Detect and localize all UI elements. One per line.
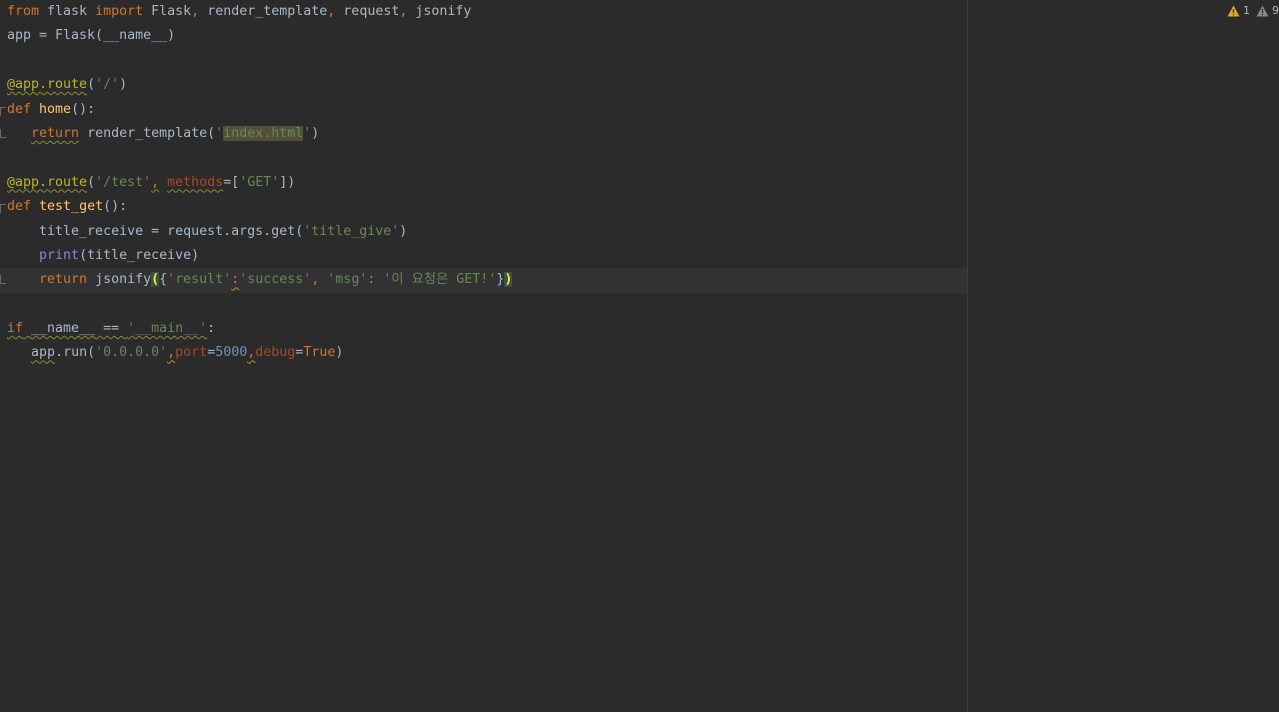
dunder-name: __name__ (31, 321, 96, 337)
matched-paren-close: ) (504, 272, 513, 288)
function-name: home (31, 101, 72, 117)
method-call: .run( (55, 345, 96, 361)
paren: ) (311, 125, 320, 141)
inspection-widget[interactable]: 1 9 (1227, 4, 1279, 17)
code-line-8[interactable]: @app.route('/test', methods=['GET']) (0, 171, 967, 195)
weak-warnings-badge[interactable]: 9 (1256, 4, 1279, 17)
paren: ) (335, 345, 344, 361)
module-name: flask (39, 4, 96, 19)
number-literal: 5000 (215, 345, 248, 361)
paren: ]) (279, 174, 296, 190)
code-text: (title_receive) (79, 247, 200, 263)
code-text: app = Flask(__name__) (7, 28, 176, 44)
string-literal: '/' (95, 77, 120, 93)
import-name: request (335, 4, 400, 19)
keyword: if (7, 321, 24, 337)
dict-key: 'msg' (327, 272, 368, 288)
comma: , (167, 345, 176, 361)
warning-icon (1227, 5, 1240, 17)
keyword-argument: methods (167, 174, 224, 190)
code-line-6[interactable]: return render_template('index.html') (0, 122, 967, 146)
fold-end-marker-icon[interactable] (0, 275, 6, 285)
matched-paren-open: ( (151, 272, 160, 288)
code-line-9[interactable]: def test_get(): (0, 195, 967, 219)
right-margin-guide (967, 0, 968, 712)
code-line-2[interactable]: app = Flask(__name__) (0, 24, 967, 48)
fold-marker-icon[interactable] (0, 204, 6, 214)
code-text: (): (103, 199, 128, 215)
builtin-function: print (39, 247, 80, 263)
import-name: jsonify (407, 4, 472, 19)
code-text: (): (71, 101, 96, 117)
code-line-4[interactable]: @app.route('/') (0, 73, 967, 97)
code-editor[interactable]: 1 9 from flask import Flask, render_temp… (0, 0, 1279, 712)
warnings-badge[interactable]: 1 (1227, 4, 1250, 17)
string-literal: '/test' (95, 174, 152, 190)
import-name: render_template (199, 4, 328, 19)
identifier: app (31, 345, 56, 361)
brace: { (159, 272, 168, 288)
fold-marker-icon[interactable] (0, 106, 6, 116)
paren: ( (87, 174, 96, 190)
keyword: return (39, 272, 88, 288)
string-literal: 'title_give' (303, 223, 400, 239)
dict-value: '이 요청은 GET!' (383, 272, 497, 288)
decorator: @app.route (7, 174, 88, 190)
code-text: =[ (223, 174, 240, 190)
import-name: Flask (143, 4, 192, 19)
paren: ) (119, 77, 128, 93)
code-line-14[interactable]: if __name__ == '__main__': (0, 317, 967, 341)
keyword: from (7, 4, 40, 19)
code-line-5[interactable]: def home(): (0, 98, 967, 122)
code-lines[interactable]: from flask import Flask, render_template… (0, 0, 967, 366)
weak-warnings-count: 9 (1272, 4, 1279, 17)
keyword: def (7, 199, 32, 215)
dict-value: 'success' (239, 272, 312, 288)
function-call: jsonify (87, 272, 152, 288)
keyword-argument: port (175, 345, 208, 361)
code-line-3[interactable] (0, 49, 967, 73)
comma: , (311, 272, 328, 288)
code-line-11[interactable]: print(title_receive) (0, 244, 967, 268)
comma: , (191, 4, 200, 19)
code-line-13[interactable] (0, 293, 967, 317)
paren: ) (399, 223, 408, 239)
string-literal: '0.0.0.0' (95, 345, 168, 361)
string-literal: 'GET' (239, 174, 280, 190)
colon: : (367, 272, 384, 288)
code-line-7[interactable] (0, 146, 967, 170)
paren: ( (87, 77, 96, 93)
template-reference[interactable]: index.html (223, 125, 304, 141)
code-line-10[interactable]: title_receive = request.args.get('title_… (0, 220, 967, 244)
fold-end-marker-icon[interactable] (0, 128, 6, 138)
code-text: render_template( (79, 125, 216, 141)
keyword: import (95, 4, 144, 19)
string-quote: ' (215, 125, 224, 141)
boolean-literal: True (303, 345, 336, 361)
colon: : (207, 321, 216, 337)
operator: == (95, 321, 128, 337)
keyword-argument: debug (255, 345, 296, 361)
keyword: def (7, 101, 32, 117)
string-literal: '__main__' (127, 321, 208, 337)
weak-warning-icon (1256, 5, 1269, 17)
function-name: test_get (31, 199, 104, 215)
code-text: title_receive = request.args.get( (7, 223, 304, 239)
dict-key: 'result' (167, 272, 232, 288)
decorator: @app.route (7, 77, 88, 93)
code-line-15[interactable]: app.run('0.0.0.0',port=5000,debug=True) (0, 341, 967, 365)
keyword: return (31, 125, 80, 141)
code-line-1[interactable]: from flask import Flask, render_template… (0, 0, 967, 24)
warnings-count: 1 (1243, 4, 1250, 17)
code-line-12[interactable]: return jsonify({'result': 'success', 'msg… (0, 268, 967, 293)
comma: , (151, 174, 160, 190)
